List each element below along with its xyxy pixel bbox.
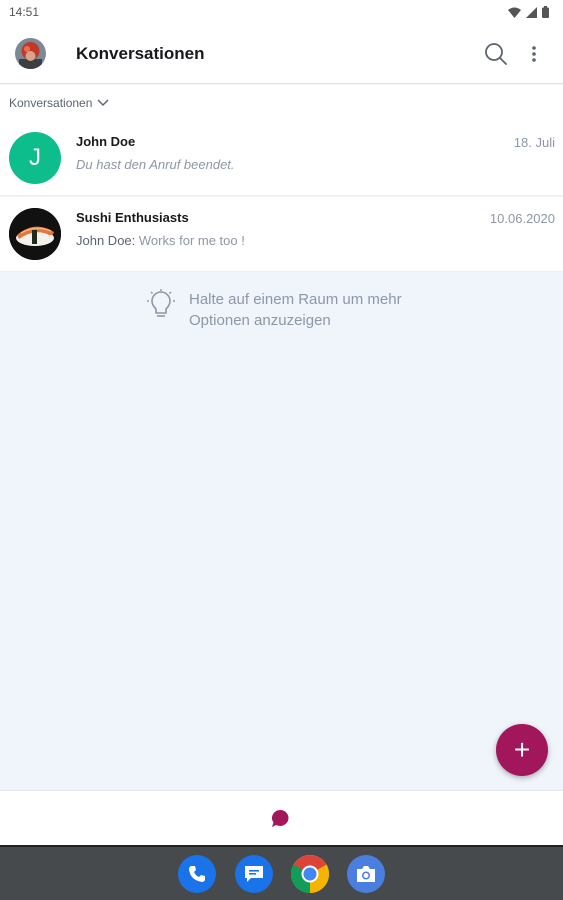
sushi-image [9,208,61,260]
more-options-button[interactable] [524,41,544,67]
status-icons [508,6,549,18]
room-avatar [9,208,61,260]
room-name: John Doe [76,134,136,149]
fab-plus-icon: + [513,734,531,765]
chevron-down-icon [97,99,109,107]
status-time: 14:51 [9,5,40,19]
camera-app[interactable] [347,855,385,893]
page-title: Konversationen [76,44,205,63]
room-avatar: J [9,132,61,184]
more-vert-icon [532,46,536,62]
messages-icon [245,866,263,882]
room-last-message: Du hast den Anruf beendet. [76,157,235,172]
room-name: Sushi Enthusiasts [76,210,189,225]
section-header[interactable]: Konversationen [0,85,563,121]
lightbulb-icon [147,289,175,317]
app-bar: Konversationen [0,24,563,84]
phone-icon [189,866,205,882]
bottom-navigation [0,790,563,845]
section-label: Konversationen [9,96,93,110]
phone-app[interactable] [178,855,216,893]
room-item[interactable]: J John Doe 18. Juli Du hast den Anruf be… [0,121,563,196]
room-last-sender: John Doe: [76,233,136,248]
create-room-button[interactable]: + [496,724,548,776]
wifi-icon [508,7,521,18]
signal-icon [526,6,537,18]
search-button[interactable] [483,41,509,67]
hint-text: Halte auf einem Raum um mehr Optionen an… [189,291,402,329]
battery-icon [542,6,549,18]
room-last-message-line: John Doe: Works for me too ! [76,233,245,248]
room-last-message: Works for me too ! [138,233,245,248]
chrome-icon [291,855,329,893]
chat-bubble-icon [272,809,289,827]
chrome-app[interactable] [291,855,329,893]
nav-conversations-tab[interactable] [270,808,292,830]
hint: Halte auf einem Raum um mehr Optionen an… [147,289,429,331]
search-icon [485,43,507,65]
room-avatar-letter: J [29,144,41,171]
room-date: 18. Juli [513,135,555,150]
android-dock [0,845,563,900]
user-avatar[interactable] [15,38,46,69]
status-bar: 14:51 [0,0,563,24]
room-item[interactable]: Sushi Enthusiasts 10.06.2020 John Doe: W… [0,197,563,272]
room-date: 10.06.2020 [489,211,555,226]
camera-icon [357,866,375,882]
messages-app[interactable] [235,855,273,893]
